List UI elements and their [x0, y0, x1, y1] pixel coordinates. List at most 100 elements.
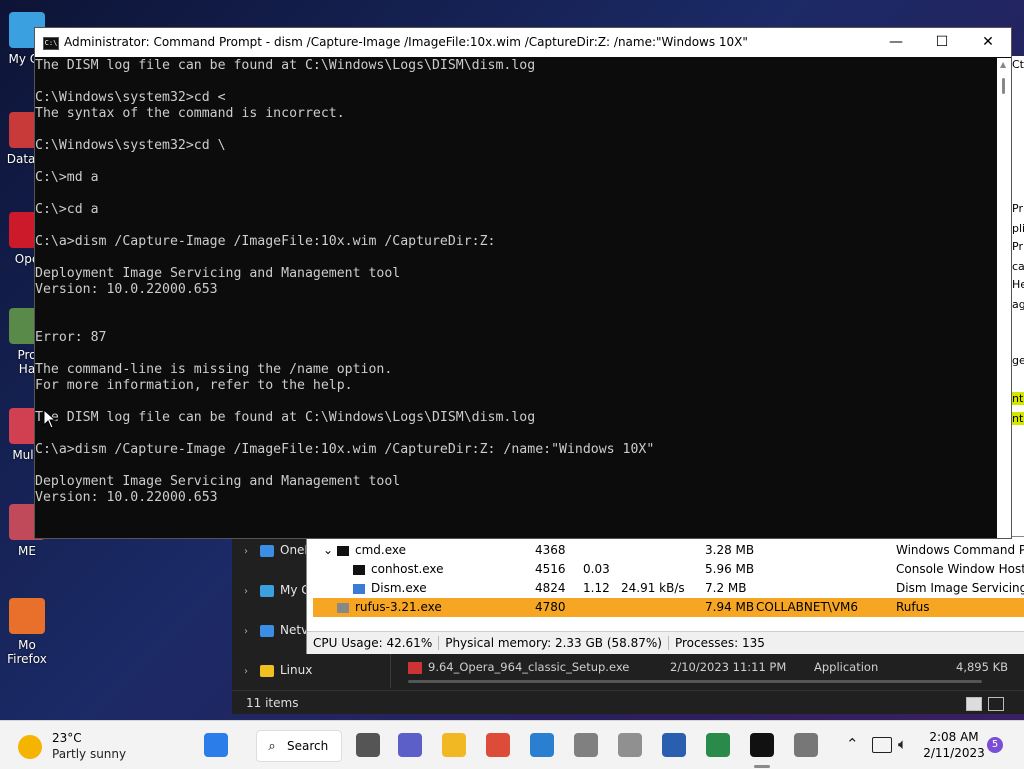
search-icon: ⌕	[268, 739, 276, 754]
exe-icon	[408, 662, 422, 674]
partial-text: Pr	[1012, 202, 1023, 215]
maximize-button[interactable]: ☐	[919, 28, 965, 57]
partial-text: ge	[1012, 354, 1024, 367]
chevron-right-icon[interactable]: ›	[232, 621, 260, 643]
volume-icon[interactable]: 🔈︎	[898, 735, 907, 753]
cloud-icon	[260, 544, 274, 557]
process-row[interactable]: ⌄ cmd.exe 4368 3.28 MB Windows Command Pro	[313, 541, 1024, 560]
scroll-thumb[interactable]	[1002, 78, 1005, 94]
task-manager-status-bar: CPU Usage: 42.61% Physical memory: 2.33 G…	[307, 631, 1024, 654]
console-line: C:\>cd a	[35, 202, 99, 217]
partial-text: nt	[1012, 392, 1024, 405]
chevron-right-icon[interactable]: ›	[232, 661, 260, 683]
process-memory: 3.28 MB	[705, 543, 755, 557]
tiles-view-icon[interactable]	[988, 697, 1004, 711]
console-line: C:\Windows\system32>cd \	[35, 138, 226, 153]
chrome-icon[interactable]	[486, 733, 510, 757]
details-view-icon[interactable]	[966, 697, 982, 711]
minimize-button[interactable]: —	[873, 28, 919, 57]
start-icon[interactable]	[204, 733, 228, 757]
process-row[interactable]: conhost.exe 4516 0.03 5.96 MB Console Window…	[313, 560, 1024, 579]
terminal-icon[interactable]	[750, 733, 774, 757]
process-io: 24.91 kB/s	[621, 581, 685, 595]
process-cpu: 0.03	[583, 562, 610, 576]
expand-icon[interactable]: ⌄	[323, 541, 337, 560]
process-name-text: conhost.exe	[371, 562, 444, 576]
cmd-title-bar[interactable]: C:\ Administrator: Command Prompt - dism…	[35, 28, 1011, 57]
process-row[interactable]: Dism.exe 4824 1.12 24.91 kB/s 7.2 MB Dism Ima…	[313, 579, 1024, 598]
powershell-icon[interactable]	[662, 733, 686, 757]
console-line: Deployment Image Servicing and Managemen…	[35, 266, 401, 281]
vm2-icon[interactable]	[618, 733, 642, 757]
explorer-status-bar: 11 items	[232, 690, 1024, 715]
network-icon[interactable]	[872, 737, 892, 753]
file-explorer-icon[interactable]	[442, 733, 466, 757]
scroll-up-icon[interactable]: ▲	[1000, 60, 1006, 69]
rdp-icon[interactable]	[530, 733, 554, 757]
desktop-icon-label: Mo Firefox	[7, 638, 47, 666]
partly-sunny-icon	[18, 735, 42, 759]
console-line: C:\a>dism /Capture-Image /ImageFile:10x.…	[35, 234, 496, 249]
task-view-icon[interactable]	[356, 733, 380, 757]
physical-memory: Physical memory: 2.33 GB (58.87%)	[439, 636, 669, 650]
clock[interactable]: 2:08 AM 2/11/2023	[918, 729, 990, 761]
chat-icon[interactable]	[398, 733, 422, 757]
console-output[interactable]: The DISM log file can be found at C:\Win…	[35, 58, 995, 538]
file-size: 4,895 KB	[956, 660, 1008, 674]
process-description: Rufus	[896, 600, 930, 614]
console-line: C:\>md a	[35, 170, 99, 185]
nav-item-label: OneI	[280, 543, 308, 557]
partial-text: ag	[1012, 298, 1024, 311]
chevron-right-icon[interactable]: ›	[232, 581, 260, 603]
nav-item-label: Linux	[280, 663, 313, 677]
command-prompt-window[interactable]: C:\ Administrator: Command Prompt - dism…	[34, 27, 1012, 539]
penguin-icon	[260, 664, 274, 677]
process-icon	[337, 545, 349, 556]
window-title: Administrator: Command Prompt - dism /Ca…	[64, 35, 748, 49]
clock-date: 2/11/2023	[923, 746, 985, 760]
console-line: Deployment Image Servicing and Managemen…	[35, 474, 401, 489]
close-button[interactable]: ✕	[965, 28, 1011, 57]
vertical-scrollbar[interactable]: ▲	[997, 58, 1011, 538]
desktop-icon-label: ME	[18, 544, 36, 558]
console-line: Version: 10.0.22000.653	[35, 490, 218, 505]
process-name-text: cmd.exe	[355, 543, 407, 557]
chevron-right-icon[interactable]: ›	[232, 541, 260, 563]
mouse-cursor-icon	[43, 409, 57, 429]
nav-item-label: Netv	[280, 623, 309, 637]
console-line: For more information, refer to the help.	[35, 378, 353, 393]
process-icon	[353, 564, 365, 575]
cpu-usage: CPU Usage: 42.61%	[307, 636, 440, 650]
nav-item[interactable]: › Linux	[232, 659, 392, 681]
process-name: rufus-3.21.exe	[337, 598, 507, 617]
chevron-up-icon[interactable]: ⌃	[846, 735, 859, 753]
network-icon	[260, 624, 274, 637]
file-row[interactable]: 9.64_Opera_964_classic_Setup.exe 2/10/20…	[408, 660, 1008, 678]
vm-icon[interactable]	[574, 733, 598, 757]
process-pid: 4780	[535, 600, 566, 614]
horizontal-scrollbar[interactable]	[408, 680, 982, 683]
process-name: conhost.exe	[353, 560, 523, 579]
usb-icon[interactable]	[794, 733, 818, 757]
console-line: C:\a>dism /Capture-Image /ImageFile:10x.…	[35, 442, 655, 457]
file-date: 2/10/2023 11:11 PM	[670, 660, 787, 674]
partial-text: He	[1012, 278, 1024, 291]
desktop-icon-firefox[interactable]: Mo Firefox	[0, 598, 62, 666]
partial-text: nt	[1012, 412, 1024, 425]
process-name-text: Dism.exe	[371, 581, 427, 595]
computer-icon	[260, 584, 274, 597]
console-line: The DISM log file can be found at C:\Win…	[35, 410, 536, 425]
partial-text: pli	[1012, 222, 1024, 235]
process-name: cmd.exe	[337, 541, 507, 560]
notification-badge[interactable]: 5	[987, 737, 1003, 753]
taskbar: 23°C Partly sunny ⌕ Search ⌃ 🔈︎ 2:08 AM 2…	[0, 720, 1024, 769]
search-button[interactable]: ⌕ Search	[256, 730, 342, 762]
process-pid: 4824	[535, 581, 566, 595]
task-manager-icon[interactable]	[706, 733, 730, 757]
process-row[interactable]: rufus-3.21.exe 4780 7.94 MB COLLABNET\VM6 Ru…	[313, 598, 1024, 617]
